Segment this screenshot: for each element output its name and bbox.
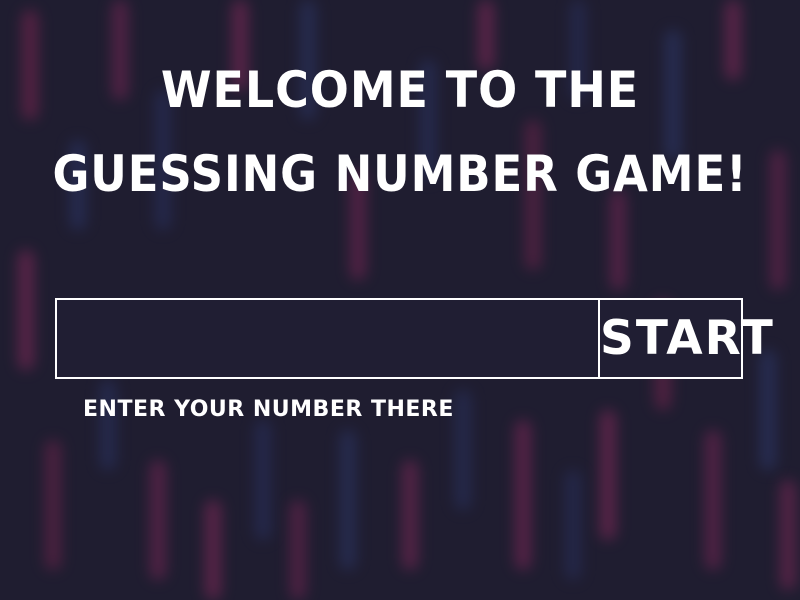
game-title: WELCOME TO THE GUESSING NUMBER GAME! [0,48,800,216]
title-line-1: WELCOME TO THE [160,61,640,119]
title-line-2: GUESSING NUMBER GAME! [52,145,748,203]
guess-form: START [55,298,773,379]
start-button[interactable]: START [600,300,775,377]
input-hint: ENTER YOUR NUMBER THERE [83,397,454,422]
game-screen: WELCOME TO THE GUESSING NUMBER GAME! STA… [0,0,800,600]
number-input[interactable] [57,300,600,377]
